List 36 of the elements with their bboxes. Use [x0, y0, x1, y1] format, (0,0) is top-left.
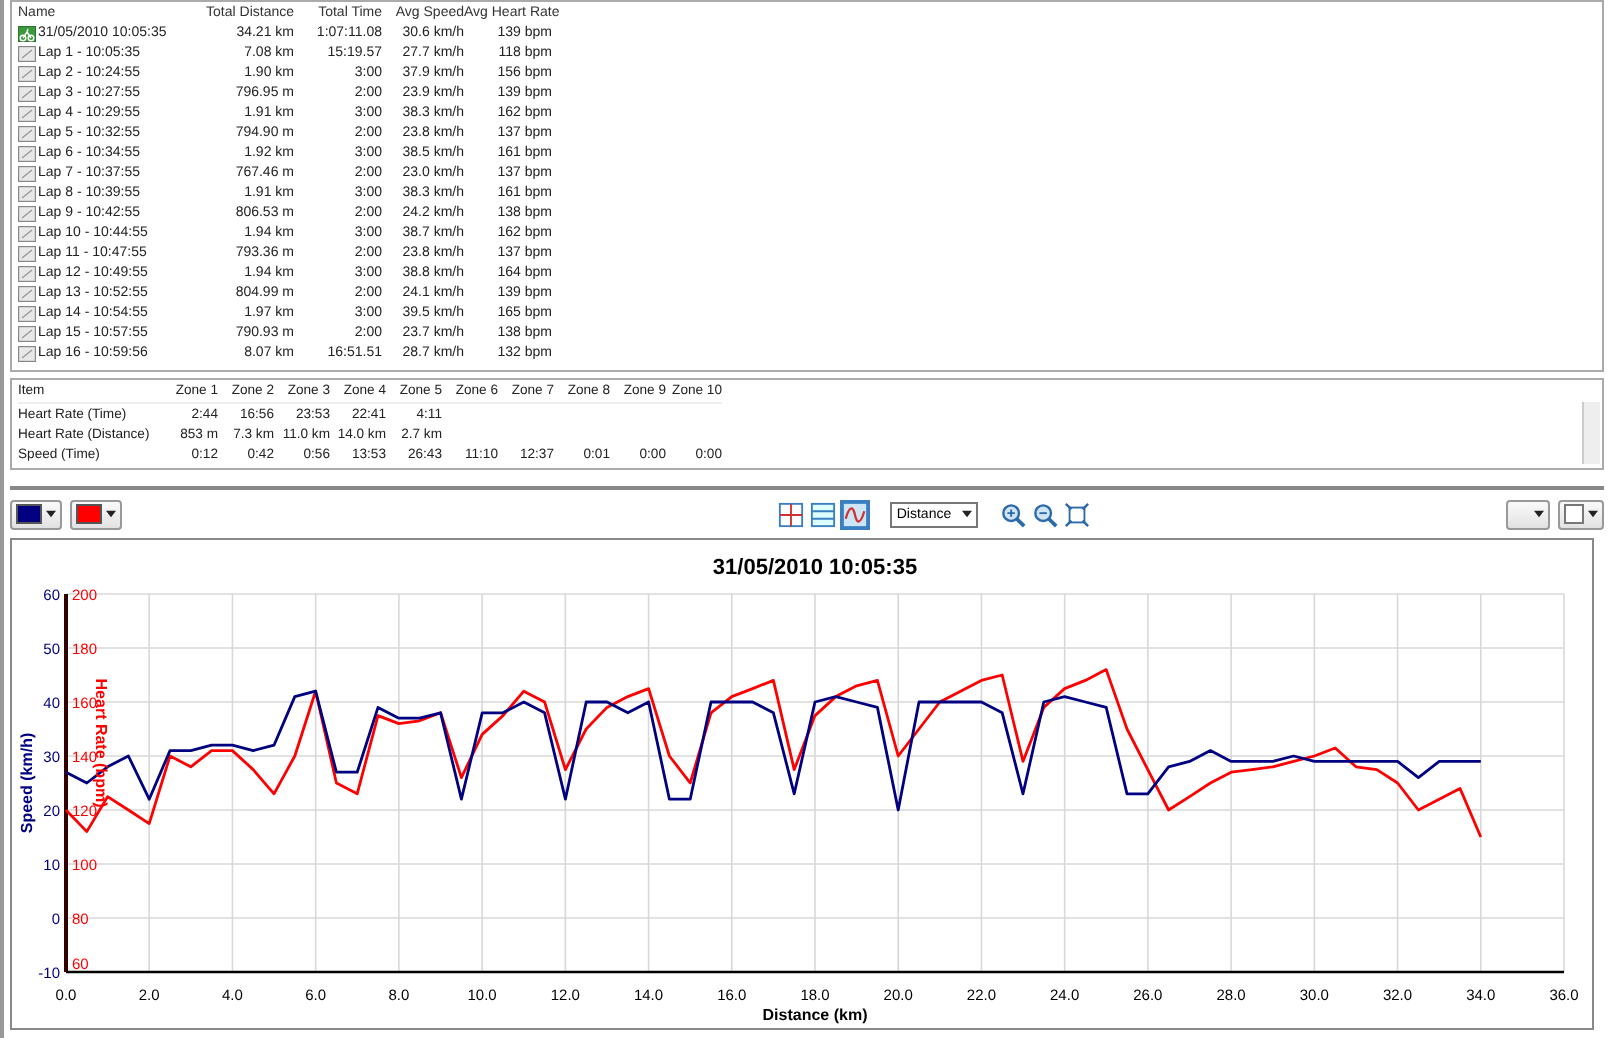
- lap-icon: [18, 106, 36, 122]
- zoom-in-icon[interactable]: [999, 501, 1026, 527]
- caret-icon: [106, 510, 116, 518]
- lap-icon: [18, 306, 36, 322]
- options-dropdown[interactable]: [1557, 499, 1604, 529]
- lap-icon: [18, 46, 36, 62]
- y-axis-title: Speed (km/h): [18, 732, 36, 834]
- lap-icon: [18, 146, 36, 162]
- caret-icon: [1533, 510, 1544, 518]
- lap-icon: [18, 166, 36, 182]
- lap-icon: [18, 66, 36, 82]
- zoom-out-icon[interactable]: [1031, 501, 1058, 527]
- lap-icon: [18, 126, 36, 142]
- lap-icon: [18, 246, 36, 262]
- lap-icon: [18, 346, 36, 362]
- fit-icon[interactable]: [1063, 501, 1090, 527]
- lap-icon: [18, 266, 36, 282]
- chart-title: 31/05/2010 10:05:35: [712, 556, 918, 580]
- line-color-dropdown[interactable]: [70, 499, 122, 529]
- x-axis-title: Distance (km): [762, 1006, 868, 1024]
- caret-icon: [1587, 510, 1598, 518]
- lap-icon: [18, 206, 36, 222]
- rows-icon[interactable]: [810, 501, 837, 527]
- caret-icon: [46, 510, 56, 518]
- options-dropdown[interactable]: [1505, 499, 1550, 529]
- scrollbar[interactable]: [1582, 402, 1600, 464]
- lap-icon: [18, 86, 36, 102]
- lap-icon: [18, 326, 36, 342]
- caret-icon: [961, 510, 972, 518]
- cyclist-icon: [18, 26, 36, 42]
- lap-icon: [18, 286, 36, 302]
- lap-icon: [18, 186, 36, 202]
- grid-icon[interactable]: [778, 501, 805, 527]
- lap-icon: [18, 226, 36, 242]
- line-color-dropdown[interactable]: [10, 499, 62, 529]
- line-chart-icon[interactable]: [842, 501, 869, 527]
